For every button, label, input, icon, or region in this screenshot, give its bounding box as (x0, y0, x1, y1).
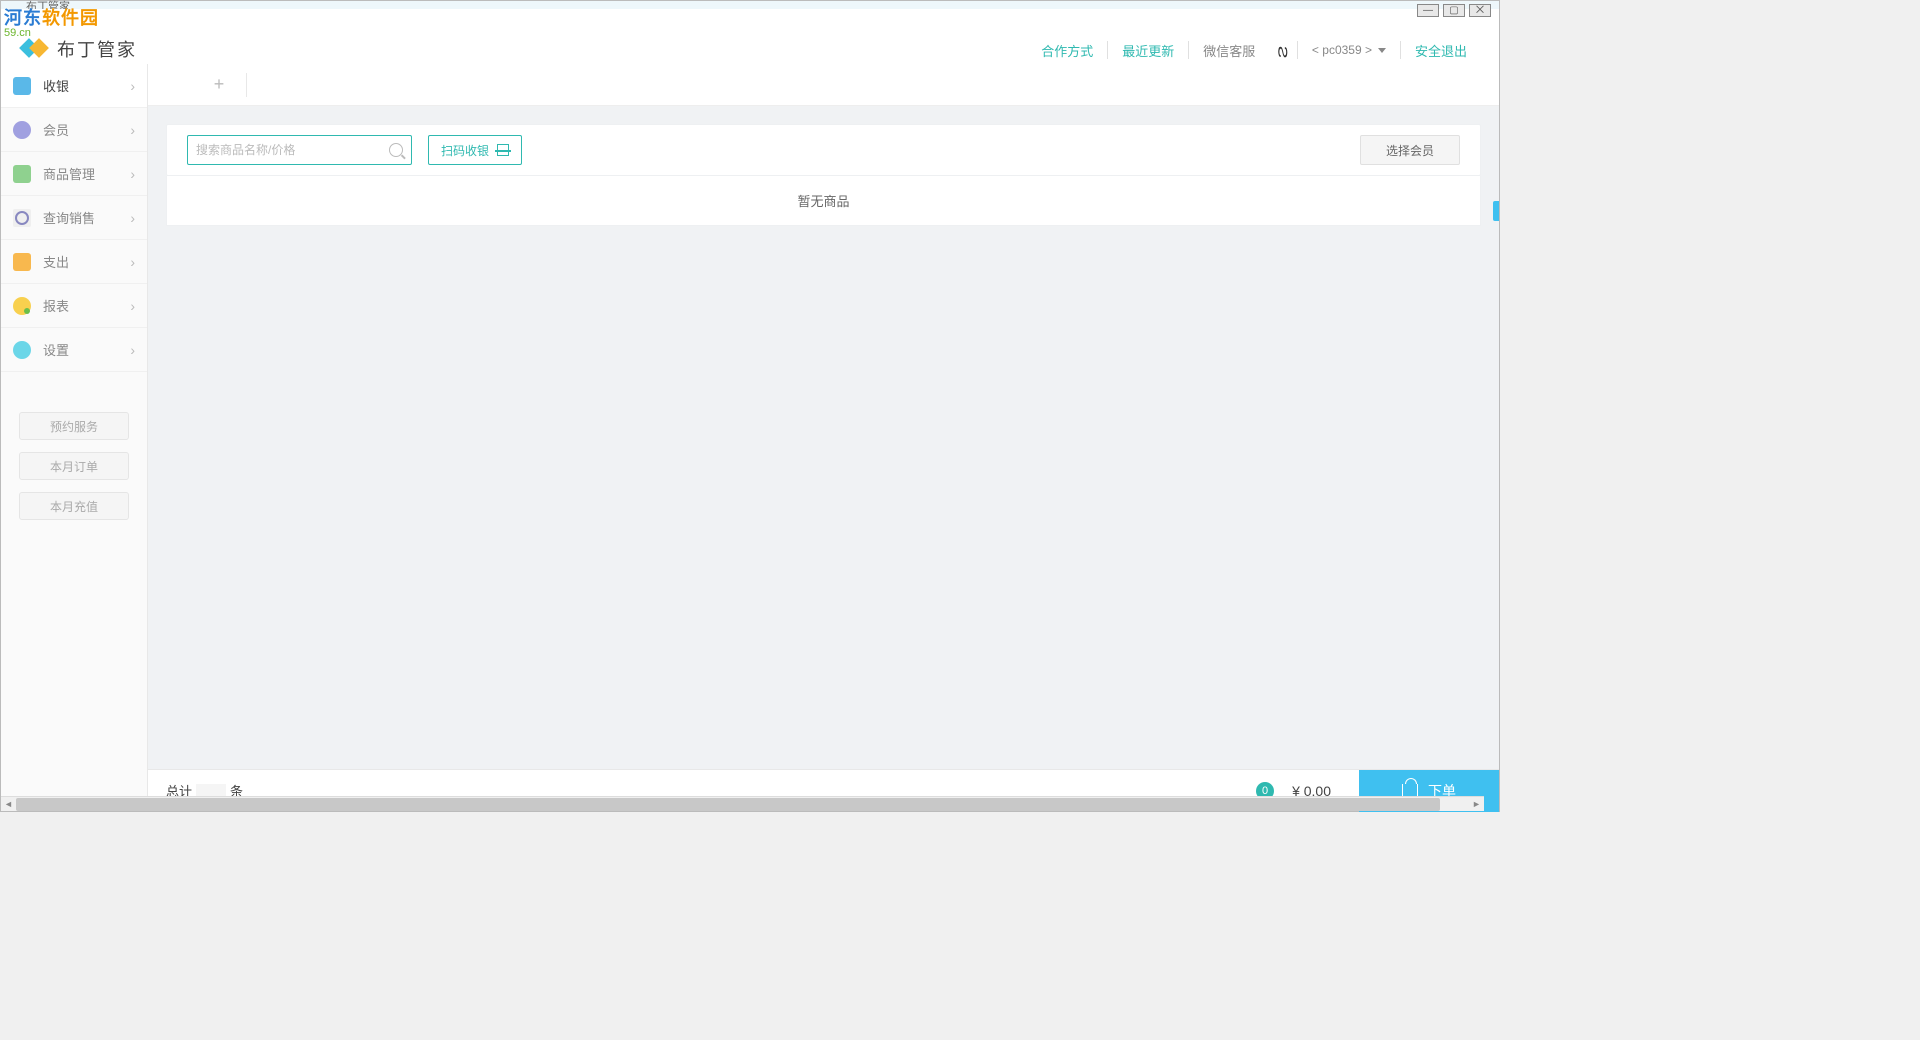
chevron-right-icon: › (130, 342, 135, 358)
link-wechat-support[interactable]: 微信客服 (1189, 41, 1269, 60)
sidebar-label: 设置 (43, 340, 130, 359)
chevron-right-icon: › (130, 78, 135, 94)
sidebar-label: 会员 (43, 120, 130, 139)
content-area: 扫码收银 选择会员 暂无商品 (148, 106, 1499, 769)
expense-icon (13, 253, 31, 271)
watermark-text2: 软件园 (42, 8, 99, 28)
month-order-button[interactable]: 本月订单 (19, 452, 129, 480)
products-icon (13, 165, 31, 183)
separator (246, 73, 247, 97)
scroll-left-button[interactable]: ◄ (1, 797, 16, 812)
title-bar: 布丁管家 (1, 1, 1499, 9)
sidebar-item-expense[interactable]: 支出 › (1, 240, 147, 284)
sidebar-label: 查询销售 (43, 208, 130, 227)
main-area: + 扫码收银 选择会员 暂无商品 (148, 64, 1499, 811)
sidebar-label: 报表 (43, 296, 130, 315)
toolbar: 扫码收银 选择会员 (166, 124, 1481, 176)
add-tab-button[interactable]: + (204, 64, 234, 106)
horizontal-scrollbar[interactable]: ◄ ► (1, 796, 1484, 811)
member-icon (13, 121, 31, 139)
sidebar-item-cashier[interactable]: 收银 › (1, 64, 147, 108)
empty-message: 暂无商品 (797, 191, 849, 210)
squiggle-mark: ᔓ (1276, 37, 1290, 63)
minimize-button[interactable]: — (1417, 4, 1439, 17)
chevron-right-icon: › (130, 254, 135, 270)
scroll-right-button[interactable]: ► (1469, 797, 1484, 812)
tabbar: + (148, 64, 1499, 106)
report-icon (13, 297, 31, 315)
cashier-icon (13, 77, 31, 95)
sidebar-actions: 预约服务 本月订单 本月充值 (1, 392, 147, 540)
month-recharge-button[interactable]: 本月充值 (19, 492, 129, 520)
scan-checkout-button[interactable]: 扫码收银 (428, 135, 522, 165)
sidebar-label: 收银 (43, 76, 130, 95)
link-updates[interactable]: 最近更新 (1108, 41, 1188, 60)
settings-icon (13, 341, 31, 359)
product-list: 暂无商品 (166, 176, 1481, 226)
close-button[interactable]: ⨉ (1469, 4, 1491, 17)
sidebar-item-products[interactable]: 商品管理 › (1, 152, 147, 196)
sidebar-label: 商品管理 (43, 164, 130, 183)
link-cooperation[interactable]: 合作方式 (1027, 41, 1107, 60)
scan-icon (497, 144, 509, 156)
window-controls: — ▢ ⨉ (1417, 4, 1491, 17)
sales-query-icon (13, 209, 31, 227)
scroll-thumb[interactable] (16, 798, 1440, 811)
caret-down-icon (1378, 48, 1386, 53)
sidebar-item-report[interactable]: 报表 › (1, 284, 147, 328)
watermark-text1: 河东 (4, 8, 42, 28)
search-input[interactable] (196, 143, 389, 157)
feedback-tab[interactable] (1493, 201, 1499, 221)
search-box[interactable] (187, 135, 412, 165)
chevron-right-icon: › (130, 298, 135, 314)
chevron-right-icon: › (130, 210, 135, 226)
sidebar-item-sales-query[interactable]: 查询销售 › (1, 196, 147, 240)
chevron-right-icon: › (130, 166, 135, 182)
watermark-overlay: 河东软件园 59.cn (4, 4, 99, 39)
select-member-button[interactable]: 选择会员 (1360, 135, 1460, 165)
sidebar-item-settings[interactable]: 设置 › (1, 328, 147, 372)
reserve-service-button[interactable]: 预约服务 (19, 412, 129, 440)
chevron-right-icon: › (130, 122, 135, 138)
search-icon (389, 143, 403, 157)
sidebar: 收银 › 会员 › 商品管理 › 查询销售 › 支出 › (1, 64, 148, 811)
account-dropdown[interactable]: < pc0359 > (1298, 43, 1400, 57)
scroll-track[interactable] (16, 797, 1469, 812)
sidebar-item-member[interactable]: 会员 › (1, 108, 147, 152)
top-links: 合作方式 最近更新 微信客服 ᔓ < pc0359 > 安全退出 (1027, 37, 1481, 63)
maximize-button[interactable]: ▢ (1443, 4, 1465, 17)
link-logout[interactable]: 安全退出 (1401, 41, 1481, 60)
account-name: < pc0359 > (1312, 43, 1372, 57)
scan-label: 扫码收银 (441, 142, 489, 159)
sidebar-label: 支出 (43, 252, 130, 271)
app-header: 布丁管家 合作方式 最近更新 微信客服 ᔓ < pc0359 > 安全退出 (1, 9, 1499, 64)
